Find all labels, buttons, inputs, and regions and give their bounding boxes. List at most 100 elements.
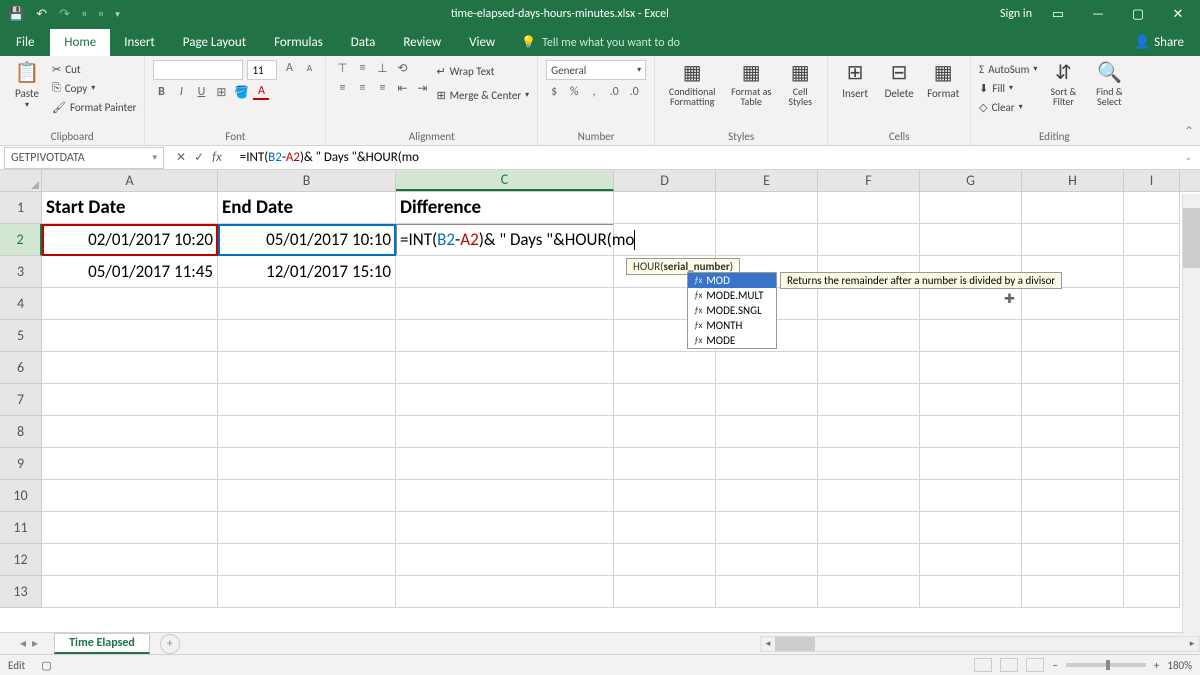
cell[interactable] xyxy=(218,576,396,608)
row-header-1[interactable]: 1 xyxy=(0,192,42,224)
cell[interactable] xyxy=(218,416,396,448)
indent-dec-icon[interactable]: ⇤ xyxy=(394,80,410,96)
tab-home[interactable]: Home xyxy=(50,29,110,56)
cell[interactable] xyxy=(1022,512,1124,544)
cell[interactable] xyxy=(218,352,396,384)
cell[interactable] xyxy=(396,512,614,544)
col-header-F[interactable]: F xyxy=(818,170,920,191)
row-header[interactable]: 7 xyxy=(0,384,42,416)
fill-color-icon[interactable]: 🪣 xyxy=(233,84,249,100)
row-header[interactable]: 13 xyxy=(0,576,42,608)
cell[interactable] xyxy=(818,224,920,256)
wrap-text-button[interactable]: ↵Wrap Text xyxy=(436,60,529,82)
cell[interactable] xyxy=(818,512,920,544)
cell[interactable] xyxy=(42,320,218,352)
clear-button[interactable]: ◇Clear ▾ xyxy=(979,98,1037,116)
currency-icon[interactable]: $ xyxy=(546,84,562,100)
spreadsheet-grid[interactable]: A B C D E F G H I 1 Start Date End Date … xyxy=(0,170,1200,632)
zoom-slider[interactable] xyxy=(1066,663,1146,667)
paste-button[interactable]: 📋 Paste▾ xyxy=(8,60,46,110)
scroll-right-icon[interactable]: ▸ xyxy=(1185,637,1199,651)
cell[interactable] xyxy=(396,480,614,512)
increase-font-icon[interactable]: A xyxy=(281,60,297,76)
cell[interactable] xyxy=(716,416,818,448)
align-mid-icon[interactable]: ≡ xyxy=(354,60,370,76)
autosum-button[interactable]: ΣAutoSum ▾ xyxy=(979,60,1037,78)
zoom-out-icon[interactable]: − xyxy=(1052,659,1057,672)
fill-button[interactable]: ⬇Fill ▾ xyxy=(979,79,1037,97)
row-header[interactable]: 5 xyxy=(0,320,42,352)
percent-icon[interactable]: % xyxy=(566,84,582,100)
tab-formulas[interactable]: Formulas xyxy=(260,29,337,56)
cell[interactable] xyxy=(716,192,818,224)
cell[interactable] xyxy=(614,352,716,384)
formula-input[interactable]: =INT(B2-A2)& " Days "&HOUR(mo xyxy=(236,150,1177,165)
cell[interactable] xyxy=(614,384,716,416)
underline-icon[interactable]: U xyxy=(193,84,209,100)
collapse-ribbon-icon[interactable]: ⌃ xyxy=(1184,124,1194,139)
share-button[interactable]: 👤Share xyxy=(1118,29,1200,56)
cell[interactable] xyxy=(716,384,818,416)
cell[interactable] xyxy=(396,384,614,416)
expand-formula-icon[interactable]: ⌄ xyxy=(1176,152,1200,163)
ac-item[interactable]: ƒxMONTH xyxy=(688,318,776,333)
align-center-icon[interactable]: ≡ xyxy=(354,80,370,96)
redo-icon[interactable]: ↷ xyxy=(59,7,70,22)
row-header[interactable]: 8 xyxy=(0,416,42,448)
cell[interactable] xyxy=(1124,256,1180,288)
undo-icon[interactable]: ↶ xyxy=(36,7,47,22)
tab-file[interactable]: File xyxy=(0,29,50,56)
col-header-B[interactable]: B xyxy=(218,170,396,191)
cell-styles-button[interactable]: ▦Cell Styles xyxy=(781,60,819,107)
cell[interactable] xyxy=(1022,384,1124,416)
merge-center-button[interactable]: ⊞Merge & Center ▾ xyxy=(436,84,529,106)
cell[interactable] xyxy=(1124,352,1180,384)
cell[interactable] xyxy=(1022,192,1124,224)
zoom-level[interactable]: 180% xyxy=(1167,659,1192,672)
cell[interactable] xyxy=(920,576,1022,608)
format-cells-button[interactable]: ▦Format xyxy=(924,60,962,100)
align-bot-icon[interactable]: ⊥ xyxy=(374,60,390,76)
cell[interactable] xyxy=(1124,416,1180,448)
view-break-icon[interactable] xyxy=(1026,658,1044,672)
row-header[interactable]: 10 xyxy=(0,480,42,512)
cell[interactable] xyxy=(42,384,218,416)
signin-link[interactable]: Sign in xyxy=(1000,7,1032,21)
col-header-D[interactable]: D xyxy=(614,170,716,191)
enter-formula-icon[interactable]: ✓ xyxy=(194,150,204,165)
cell[interactable] xyxy=(818,384,920,416)
cell-C3[interactable] xyxy=(396,256,614,288)
cell[interactable] xyxy=(396,544,614,576)
col-header-H[interactable]: H xyxy=(1022,170,1124,191)
cell[interactable] xyxy=(818,576,920,608)
ac-item[interactable]: ƒxMODE.SNGL xyxy=(688,303,776,318)
col-header-E[interactable]: E xyxy=(716,170,818,191)
cell[interactable] xyxy=(920,320,1022,352)
cell-A2[interactable]: 02/01/2017 10:20 xyxy=(42,224,218,256)
cell[interactable] xyxy=(42,512,218,544)
cell-B3[interactable]: 12/01/2017 15:10 xyxy=(218,256,396,288)
cell[interactable] xyxy=(1124,544,1180,576)
cell-B1[interactable]: End Date xyxy=(218,192,396,224)
cell[interactable] xyxy=(1124,384,1180,416)
cell[interactable] xyxy=(920,512,1022,544)
cell[interactable] xyxy=(42,480,218,512)
select-all-corner[interactable] xyxy=(0,170,42,191)
cell[interactable] xyxy=(920,224,1022,256)
cell[interactable] xyxy=(218,512,396,544)
cell[interactable] xyxy=(1022,448,1124,480)
number-format-select[interactable]: General▾ xyxy=(546,60,646,80)
cell[interactable] xyxy=(716,480,818,512)
tab-insert[interactable]: Insert xyxy=(110,29,169,56)
cell[interactable] xyxy=(1022,352,1124,384)
qat-icon2[interactable]: ▫ xyxy=(99,7,104,22)
cell[interactable] xyxy=(614,480,716,512)
view-layout-icon[interactable] xyxy=(1000,658,1018,672)
dec-decimal-icon[interactable]: .0 xyxy=(626,84,642,100)
cancel-formula-icon[interactable]: ✕ xyxy=(176,150,186,165)
cell[interactable] xyxy=(818,320,920,352)
cell[interactable] xyxy=(218,480,396,512)
cell[interactable] xyxy=(396,288,614,320)
cell[interactable] xyxy=(818,480,920,512)
sheet-tab-active[interactable]: Time Elapsed xyxy=(54,633,150,654)
